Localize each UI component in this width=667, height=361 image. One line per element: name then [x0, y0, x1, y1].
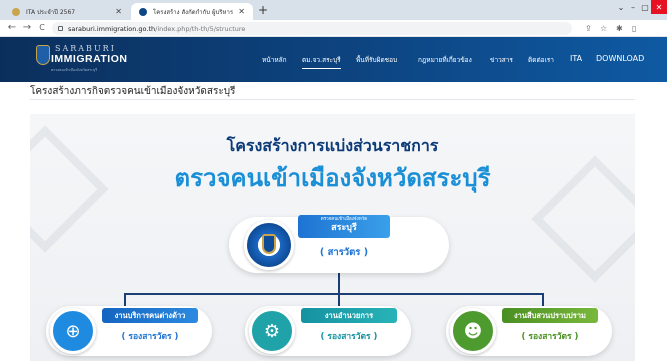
- nav-law[interactable]: กฎหมายที่เกี่ยวข้อง: [418, 55, 472, 69]
- top-node-label: ตรวจคนเข้าเมืองจังหวัด สระบุรี: [298, 215, 390, 238]
- close-tab-icon[interactable]: ✕: [115, 7, 122, 16]
- tab-search-icon[interactable]: ⌄: [614, 0, 628, 14]
- maximize-button[interactable]: ▢: [639, 0, 651, 14]
- tab-title: ITA ประจำปี 2567: [26, 8, 76, 16]
- star-icon[interactable]: ☆: [600, 23, 607, 34]
- connector-line: [124, 293, 544, 295]
- org-chart-image: โครงสร้างการแบ่งส่วนราชการ ตรวจคนเข้าเมื…: [30, 114, 635, 361]
- nav-ita[interactable]: ITA: [570, 54, 582, 68]
- back-button[interactable]: ←: [6, 22, 18, 34]
- browser-tab-bar: ITA ประจำปี 2567 ✕ โครงสร้าง สังกัดกำกับ…: [0, 0, 667, 20]
- divider: [30, 99, 635, 100]
- url-bar[interactable]: saraburi.immigration.go.th/index.php/th-…: [52, 22, 572, 35]
- node-role: ( รองสารวัตร ): [320, 332, 378, 342]
- minimize-button[interactable]: –: [627, 0, 639, 14]
- top-node-role: ( สารวัตร ): [319, 247, 369, 258]
- favicon-icon: [12, 7, 20, 16]
- top-node-small: ตรวจคนเข้าเมืองจังหวัด: [320, 217, 368, 222]
- nav-download[interactable]: DOWNLOAD: [596, 54, 644, 68]
- forward-button[interactable]: →: [21, 22, 33, 34]
- police-officer-icon: ☻: [450, 308, 496, 354]
- node-role: ( รองสารวัตร ): [121, 332, 179, 342]
- url-host: saraburi.immigration.go.th: [68, 24, 156, 33]
- top-node-big: สระบุรี: [331, 223, 357, 233]
- page-title: โครงสร้างภารกิจตรวจคนเข้าเมืองจังหวัดสระ…: [30, 86, 236, 97]
- chart-subheading: ตรวจคนเข้าเมืองจังหวัดสระบุรี: [174, 164, 491, 192]
- address-toolbar: ← → C saraburi.immigration.go.th/index.p…: [0, 20, 667, 37]
- immigration-emblem-icon: [36, 45, 50, 65]
- tab-title: โครงสร้าง สังกัดกำกับ ผู้บริหาร: [153, 8, 234, 16]
- favicon-icon: [139, 7, 147, 16]
- logo-sub-text: ตรวจคนเข้าเมืองจังหวัดสระบุรี: [51, 68, 98, 72]
- sidepanel-icon[interactable]: ▯: [632, 23, 636, 34]
- extensions-icon[interactable]: ✱: [616, 23, 623, 34]
- immigration-emblem-icon: [244, 220, 294, 270]
- url-path: /index.php/th-th/5/structure: [155, 24, 246, 33]
- nav-area[interactable]: พื้นที่รับผิดชอบ: [356, 55, 397, 69]
- share-icon[interactable]: ⇪: [585, 23, 592, 34]
- new-tab-button[interactable]: +: [258, 3, 268, 17]
- node-label: งานสืบสวนปราบปราม: [502, 308, 598, 323]
- node-role: ( รองสารวัตร ): [521, 332, 579, 342]
- user-gear-icon: ⚙: [249, 308, 295, 354]
- site-header: SARABURI IMMIGRATION ตรวจคนเข้าเมืองจังห…: [0, 37, 667, 82]
- browser-tab-ita[interactable]: ITA ประจำปี 2567 ✕: [4, 3, 130, 20]
- lock-icon: [58, 26, 63, 31]
- close-window-button[interactable]: ✕: [651, 0, 667, 14]
- logo-main-text[interactable]: IMMIGRATION: [51, 53, 127, 65]
- nav-news[interactable]: ข่าวสาร: [490, 55, 513, 69]
- nav-saraburi[interactable]: ตม.จว.สระบุรี: [302, 55, 341, 69]
- globe-icon: ⊕: [50, 308, 96, 354]
- chart-heading: โครงสร้างการแบ่งส่วนราชการ: [226, 136, 439, 155]
- nav-contact[interactable]: ติดต่อเรา: [528, 55, 554, 69]
- node-label: งานอำนวยการ: [301, 308, 397, 323]
- logo-top-text: SARABURI: [55, 44, 116, 53]
- browser-tab-structure[interactable]: โครงสร้าง สังกัดกำกับ ผู้บริหาร ✕: [131, 3, 253, 20]
- shield-icon: [262, 234, 276, 254]
- reload-button[interactable]: C: [36, 22, 48, 34]
- node-label: งานบริการคนต่างด้าว: [102, 308, 198, 323]
- nav-home[interactable]: หน้าหลัก: [262, 55, 287, 69]
- close-tab-icon[interactable]: ✕: [238, 7, 245, 16]
- connector-line: [338, 273, 340, 293]
